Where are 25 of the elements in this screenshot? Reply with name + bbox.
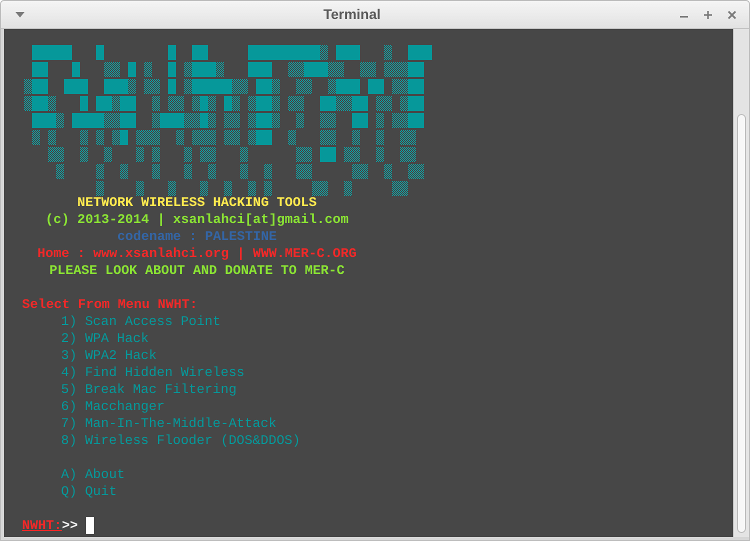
menu-option: A) About [61, 466, 125, 483]
prompt-symbol: >> [62, 517, 78, 534]
maximize-icon[interactable] [703, 10, 713, 20]
window-title: Terminal [322, 5, 382, 24]
close-icon[interactable] [727, 10, 737, 20]
menu-option: 4) Find Hidden Wireless [61, 364, 245, 381]
banner-line: NETWORK WIRELESS HACKING TOOLS [77, 194, 317, 211]
scrollbar[interactable] [733, 29, 749, 537]
menu-option: 5) Break Mac Filtering [61, 381, 237, 398]
menu-option: 1) Scan Access Point [61, 313, 221, 330]
banner-line: Home : www.xsanlahci.org | WWW.MER-C.ORG [37, 245, 357, 262]
menu-option: 6) Macchanger [61, 398, 165, 415]
text-cursor [86, 517, 94, 534]
window-menu-icon[interactable] [15, 12, 25, 18]
banner-line: codename : PALESTINE [117, 228, 277, 245]
banner-line: (c) 2013-2014 | xsanlahci[at]gmail.com [45, 211, 349, 228]
menu-option: 8) Wireless Flooder (DOS&DDOS) [61, 432, 300, 449]
menu-option: 3) WPA2 Hack [61, 347, 157, 364]
menu-option: 2) WPA Hack [61, 330, 149, 347]
banner-line: PLEASE LOOK ABOUT AND DONATE TO MER-C [49, 262, 345, 279]
menu-heading: Select From Menu NWHT: [22, 296, 198, 313]
menu-option: Q) Quit [61, 483, 117, 500]
scrollbar-thumb[interactable] [737, 114, 746, 533]
prompt-label: NWHT: [22, 517, 62, 534]
menu-option: 7) Man-In-The-Middle-Attack [61, 415, 276, 432]
